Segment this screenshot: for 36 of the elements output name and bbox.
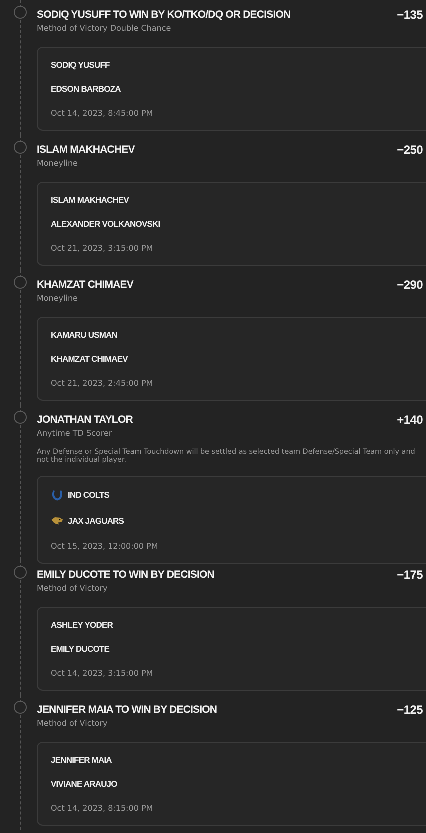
team-name: JAX JAGUARS	[68, 516, 124, 527]
market-label: Moneyline	[37, 293, 79, 305]
fighter-name: ISLAM MAKHACHEV	[51, 195, 130, 206]
market-label: Anytime TD Scorer	[37, 428, 114, 440]
event-date: Oct 21, 2023, 3:15:00 PM	[51, 243, 154, 254]
team-name: IND COLTS	[68, 490, 110, 501]
fighter-name: VIVIANE ARAUJO	[51, 779, 118, 790]
bet-title: ISLAM MAKHACHEV	[37, 143, 135, 157]
fighter-name: EMILY DUCOTE	[51, 644, 111, 655]
fighter-name: EDSON BARBOZA	[51, 84, 122, 95]
bet-title: JONATHAN TAYLOR	[37, 413, 133, 427]
bet-title: SODIQ YUSUFF TO WIN BY KO/TKO/DQ OR DECISION	[37, 8, 291, 22]
event-date: Oct 14, 2023, 8:15:00 PM	[51, 803, 154, 814]
odds-value: −135	[397, 7, 424, 22]
market-label: Method of Victory	[37, 583, 109, 595]
event-date: Oct 15, 2023, 12:00:00 PM	[51, 541, 160, 552]
odds-value: +140	[397, 412, 424, 427]
odds-value: −290	[397, 277, 424, 292]
fighter-name: ASHLEY YODER	[51, 620, 114, 631]
bet-title: EMILY DUCOTE TO WIN BY DECISION	[37, 568, 214, 582]
fighter-name: KAMARU USMAN	[51, 330, 118, 341]
bet-title: JENNIFER MAIA TO WIN BY DECISION	[37, 703, 218, 717]
event-date: Oct 14, 2023, 3:15:00 PM	[51, 668, 154, 679]
event-date: Oct 21, 2023, 2:45:00 PM	[51, 378, 154, 389]
fighter-name: KHAMZAT CHIMAEV	[51, 354, 130, 365]
fighter-name: SODIQ YUSUFF	[51, 60, 111, 71]
odds-value: −250	[397, 142, 424, 157]
market-label: Method of Victory Double Chance	[37, 23, 172, 35]
event-date: Oct 14, 2023, 8:45:00 PM	[51, 108, 154, 119]
fighter-name: JENNIFER MAIA	[51, 755, 113, 766]
bet-title: KHAMZAT CHIMAEV	[37, 278, 134, 292]
odds-value: −125	[397, 702, 424, 717]
market-label: Method of Victory	[37, 718, 109, 730]
fighter-name: ALEXANDER VOLKANOVSKI	[51, 219, 162, 230]
odds-value: −175	[397, 567, 424, 582]
market-label: Moneyline	[37, 158, 79, 170]
